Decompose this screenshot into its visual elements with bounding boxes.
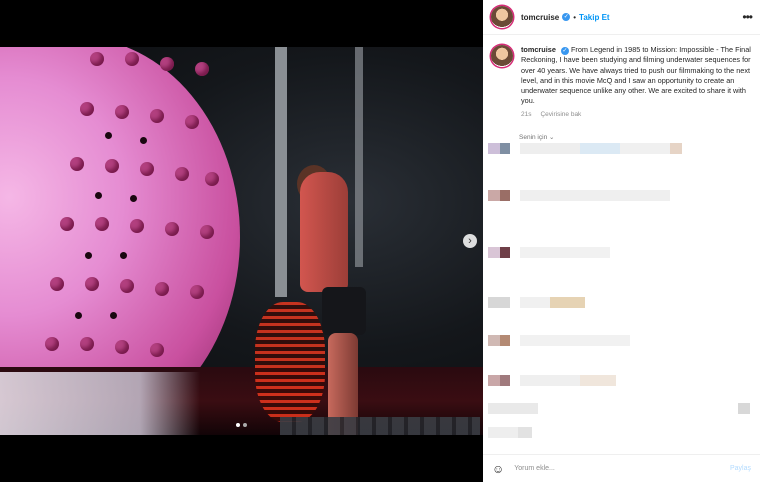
next-slide-button[interactable]: › [463, 234, 477, 248]
blurred-comment [488, 375, 616, 397]
chevron-down-icon: ⌄ [549, 133, 555, 141]
translate-link[interactable]: Çevirisine bak [540, 111, 581, 118]
post-sidebar: tomcruise ✓ • Takip Et ••• tomcruise ✓ F… [483, 0, 760, 482]
blurred-comment [488, 297, 585, 319]
smiley-icon[interactable]: ☺ [492, 462, 504, 476]
chevron-right-icon: › [468, 235, 472, 247]
more-options-icon[interactable]: ••• [742, 10, 753, 24]
blurred-comment [488, 335, 630, 357]
post-header: tomcruise ✓ • Takip Et ••• [483, 0, 760, 35]
for-you-filter[interactable]: Senin için ⌄ [519, 133, 760, 141]
carousel-dot-active [236, 423, 240, 427]
person-shorts [322, 287, 366, 335]
verified-icon: ✓ [560, 47, 569, 55]
username-link[interactable]: tomcruise [521, 13, 559, 22]
caption-avatar[interactable] [491, 45, 513, 67]
deck-grating [280, 417, 480, 435]
follow-button[interactable]: Takip Et [579, 13, 610, 22]
post-media: › [0, 0, 483, 482]
caption-body: From Legend in 1985 to Mission: Impossib… [521, 45, 751, 106]
post-photo [0, 47, 483, 435]
post-comment-button[interactable]: Paylaş [730, 465, 751, 472]
comments-area[interactable]: tomcruise ✓ From Legend in 1985 to Missi… [483, 35, 760, 455]
time-ago: 21s [521, 110, 532, 118]
comment-composer: ☺ Yorum ekle... Paylaş [483, 454, 760, 482]
blurred-comment [488, 190, 670, 212]
caption: tomcruise ✓ From Legend in 1985 to Missi… [483, 35, 760, 107]
verified-icon: ✓ [562, 13, 571, 21]
blurred-comment [488, 403, 750, 425]
carousel-dot [243, 423, 247, 427]
carousel-indicator [236, 423, 247, 427]
blurred-comment [488, 247, 610, 269]
caption-text: tomcruise ✓ From Legend in 1985 to Missi… [521, 45, 752, 107]
blurred-comment [488, 427, 532, 449]
water-splash [0, 372, 200, 435]
person-torso [300, 172, 348, 292]
avatar[interactable] [491, 6, 513, 28]
red-reflection [255, 302, 325, 422]
separator-dot: • [573, 12, 577, 22]
caption-username[interactable]: tomcruise [521, 45, 556, 54]
blurred-comment [488, 143, 682, 165]
caption-meta: 21s Çevirisine bak [521, 111, 760, 118]
comment-input[interactable]: Yorum ekle... [514, 465, 555, 472]
